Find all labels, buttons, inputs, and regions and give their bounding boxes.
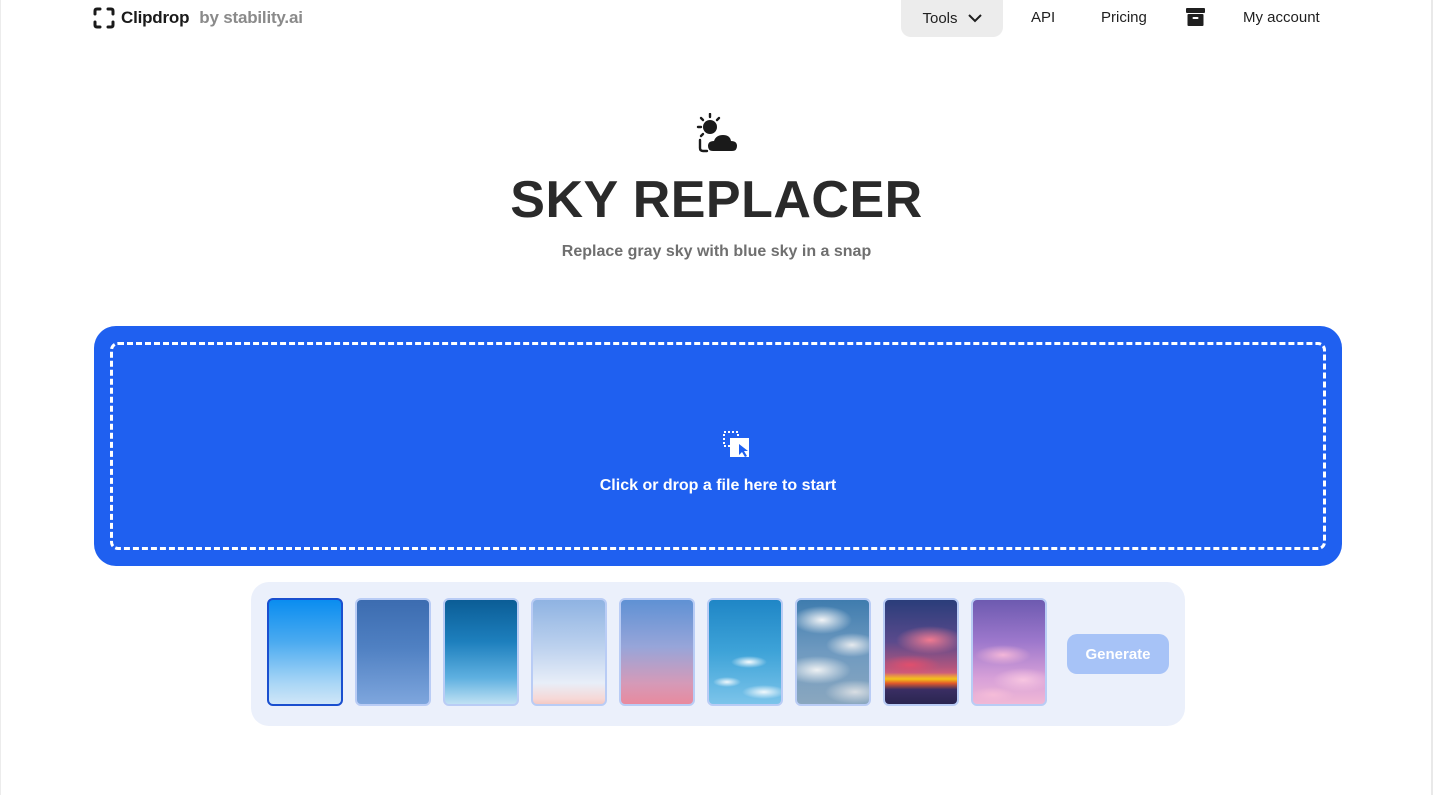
page-subtitle: Replace gray sky with blue sky in a snap xyxy=(561,243,872,260)
clipdrop-logo-icon xyxy=(93,7,115,29)
nav-link-api[interactable]: API xyxy=(1031,9,1055,26)
page-title: SKY REPLACER xyxy=(510,171,923,229)
brand-name: Clipdrop xyxy=(121,8,190,27)
sky-option-5[interactable] xyxy=(619,598,695,706)
sun-cloud-icon xyxy=(696,112,740,160)
chevron-down-icon xyxy=(967,14,982,23)
top-navigation: Clipdrop by stability.ai Tools API Prici… xyxy=(0,0,1433,37)
dropzone-dashed-border: Click or drop a file here to start xyxy=(110,342,1326,550)
tools-menu-button[interactable]: Tools xyxy=(901,0,1003,37)
sky-option-1[interactable] xyxy=(267,598,343,706)
brand-logo[interactable]: Clipdrop by stability.ai xyxy=(93,6,303,30)
sky-option-6[interactable] xyxy=(707,598,783,706)
left-border xyxy=(0,0,1,795)
sky-option-3[interactable] xyxy=(443,598,519,706)
dropzone-instructions: Click or drop a file here to start xyxy=(599,477,837,494)
tools-label: Tools xyxy=(922,10,958,27)
sky-option-9[interactable] xyxy=(971,598,1047,706)
nav-link-my-account[interactable]: My account xyxy=(1243,9,1320,26)
archive-icon[interactable] xyxy=(1186,8,1205,31)
brand-byline: by stability.ai xyxy=(199,8,303,27)
file-dropzone[interactable]: Click or drop a file here to start xyxy=(94,326,1342,566)
sky-option-7[interactable] xyxy=(795,598,871,706)
generate-button[interactable]: Generate xyxy=(1067,634,1169,674)
sky-picker-panel: Generate xyxy=(251,582,1185,726)
sky-option-2[interactable] xyxy=(355,598,431,706)
nav-link-pricing[interactable]: Pricing xyxy=(1101,9,1147,26)
sky-option-4[interactable] xyxy=(531,598,607,706)
file-drop-icon xyxy=(722,430,752,465)
sky-option-8[interactable] xyxy=(883,598,959,706)
